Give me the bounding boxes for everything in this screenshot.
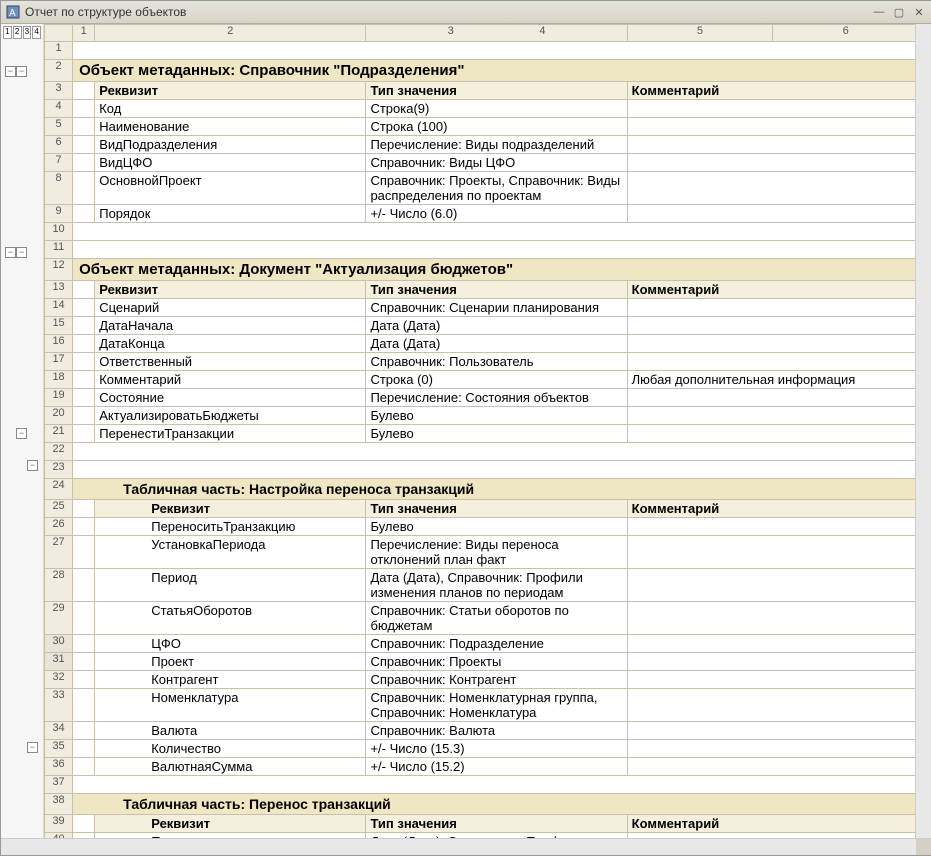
subsection-title: Табличная часть: Перенос транзакций [73,794,915,814]
column-header-row: 1 2 3 4 5 6 [45,25,916,42]
col-label: Реквизит [95,82,365,99]
subsection-title: Табличная часть: Настройка переноса тран… [73,479,915,499]
table-row: 16ДатаКонцаДата (Дата) [45,335,916,353]
tree-collapse-icon[interactable]: − [5,66,16,77]
maximize-button[interactable]: ▢ [890,4,908,20]
tree-collapse-icon[interactable]: − [5,247,16,258]
table-row: 27УстановкаПериодаПеречисление: Виды пер… [45,536,916,569]
table-row: 11 [45,241,916,259]
table-row: 29СтатьяОборотовСправочник: Статьи оборо… [45,602,916,635]
vertical-scrollbar[interactable] [915,24,931,838]
table-row: 20АктуализироватьБюджетыБулево [45,407,916,425]
table-row: 5НаименованиеСтрока (100) [45,118,916,136]
table-row: 6ВидПодразделенияПеречисление: Виды подр… [45,136,916,154]
minimize-button[interactable]: — [870,4,888,20]
table-row: 34ВалютаСправочник: Валюта [45,722,916,740]
report-window: A Отчет по структуре объектов — ▢ ✕ 1 2 … [0,0,931,856]
table-row: 28ПериодДата (Дата), Справочник: Профили… [45,569,916,602]
header-row: 39 Реквизит Тип значения Комментарий [45,815,916,833]
table-row: 36ВалютнаяСумма+/- Число (15.2) [45,758,916,776]
col-header[interactable]: 3 4 [366,25,627,42]
table-row: 30ЦФОСправочник: Подразделение [45,635,916,653]
tree-collapse-icon[interactable]: − [27,742,38,753]
table-row: 23 [45,461,916,479]
header-row: 13 Реквизит Тип значения Комментарий [45,281,916,299]
section-title: Объект метаданных: Справочник "Подраздел… [73,60,915,81]
close-button[interactable]: ✕ [910,4,928,20]
corner-cell [45,25,73,42]
col-header[interactable]: 2 [95,25,366,42]
tree-collapse-icon[interactable]: − [27,460,38,471]
table-row: 17ОтветственныйСправочник: Пользователь [45,353,916,371]
table-row: 32КонтрагентСправочник: Контрагент [45,671,916,689]
table-row: 33НоменклатураСправочник: Номенклатурная… [45,689,916,722]
table-row: 35Количество+/- Число (15.3) [45,740,916,758]
tree-collapse-icon[interactable]: − [16,428,27,439]
table-row: 4КодСтрока(9) [45,100,916,118]
header-row: 3 Реквизит Тип значения Комментарий [45,82,916,100]
outline-tab[interactable]: 4 [32,26,41,39]
table-row: 22 [45,443,916,461]
horizontal-scrollbar[interactable] [1,838,916,855]
window-title: Отчет по структуре объектов [25,5,870,19]
section-row: 2Объект метаданных: Справочник "Подразде… [45,60,916,82]
spreadsheet-area[interactable]: 1 2 3 4 5 6 1 2Объект метаданных: Справо… [44,24,915,838]
resize-grip[interactable] [916,838,931,854]
outline-level-tabs[interactable]: 1 2 3 4 [1,24,43,41]
table-row: 1 [45,42,916,60]
report-grid: 1 2 3 4 5 6 1 2Объект метаданных: Справо… [44,24,915,838]
col-header[interactable]: 6 [773,25,915,42]
subsection-row: 24Табличная часть: Настройка переноса тр… [45,479,916,500]
table-row: 19СостояниеПеречисление: Состояния объек… [45,389,916,407]
col-label: Тип значения [366,82,626,99]
titlebar[interactable]: A Отчет по структуре объектов — ▢ ✕ [1,1,931,24]
tree-collapse-icon[interactable]: − [16,247,27,258]
outline-tab[interactable]: 3 [23,26,32,39]
app-icon: A [5,4,21,20]
table-row: 21ПеренестиТранзакцииБулево [45,425,916,443]
col-header[interactable]: 1 [73,25,95,42]
table-row: 15ДатаНачалаДата (Дата) [45,317,916,335]
table-row: 10 [45,223,916,241]
table-row: 9Порядок+/- Число (6.0) [45,205,916,223]
header-row: 25 Реквизит Тип значения Комментарий [45,500,916,518]
table-row: 26ПереноситьТранзакциюБулево [45,518,916,536]
table-row: 40ПериодДата (Дата), Справочник: Профили… [45,833,916,839]
col-label: Комментарий [628,82,915,99]
section-title: Объект метаданных: Документ "Актуализаци… [73,259,915,280]
col-header[interactable]: 5 [627,25,773,42]
table-row: 14СценарийСправочник: Сценарии планирова… [45,299,916,317]
table-row: 37 [45,776,916,794]
svg-text:A: A [9,8,16,19]
subsection-row: 38Табличная часть: Перенос транзакций [45,794,916,815]
table-row: 8ОсновнойПроектСправочник: Проекты, Спра… [45,172,916,205]
outline-tab[interactable]: 2 [13,26,22,39]
outline-panel[interactable]: 1 2 3 4 − − − − − − − [1,24,44,838]
section-row: 12Объект метаданных: Документ "Актуализа… [45,259,916,281]
table-row: 18КомментарийСтрока (0)Любая дополнитель… [45,371,916,389]
table-row: 31ПроектСправочник: Проекты [45,653,916,671]
table-row: 7ВидЦФОСправочник: Виды ЦФО [45,154,916,172]
tree-collapse-icon[interactable]: − [16,66,27,77]
outline-tab[interactable]: 1 [3,26,12,39]
